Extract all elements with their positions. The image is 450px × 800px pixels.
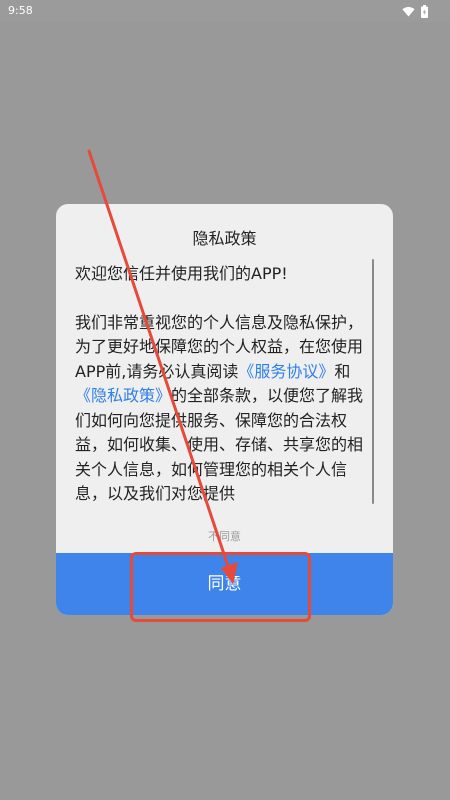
dialog-content[interactable]: 欢迎您信任并使用我们的APP! 我们非常重视您的个人信息及隐私保护，为了更好地保… <box>75 262 375 512</box>
welcome-text: 欢迎您信任并使用我们的APP! <box>75 264 288 283</box>
wifi-icon <box>402 6 415 16</box>
content-scrollbar[interactable] <box>372 259 374 504</box>
status-time: 9:58 <box>8 4 33 17</box>
dialog-title: 隐私政策 <box>192 229 257 248</box>
privacy-paragraph: 我们非常重视您的个人信息及隐私保护，为了更好地保障您的个人权益，在您使用APP前… <box>75 311 375 507</box>
battery-icon <box>421 4 428 18</box>
agree-button[interactable]: 同意 <box>56 553 393 615</box>
privacy-policy-link[interactable]: 《隐私政策》 <box>75 386 171 405</box>
status-icons <box>402 4 428 18</box>
status-bar: 9:58 <box>0 0 450 22</box>
service-agreement-link[interactable]: 《服务协议》 <box>238 362 334 381</box>
link-connector: 和 <box>334 361 351 381</box>
privacy-policy-dialog: 隐私政策 欢迎您信任并使用我们的APP! 我们非常重视您的个人信息及隐私保护，为… <box>56 204 393 615</box>
disagree-button[interactable]: 不同意 <box>56 530 393 544</box>
